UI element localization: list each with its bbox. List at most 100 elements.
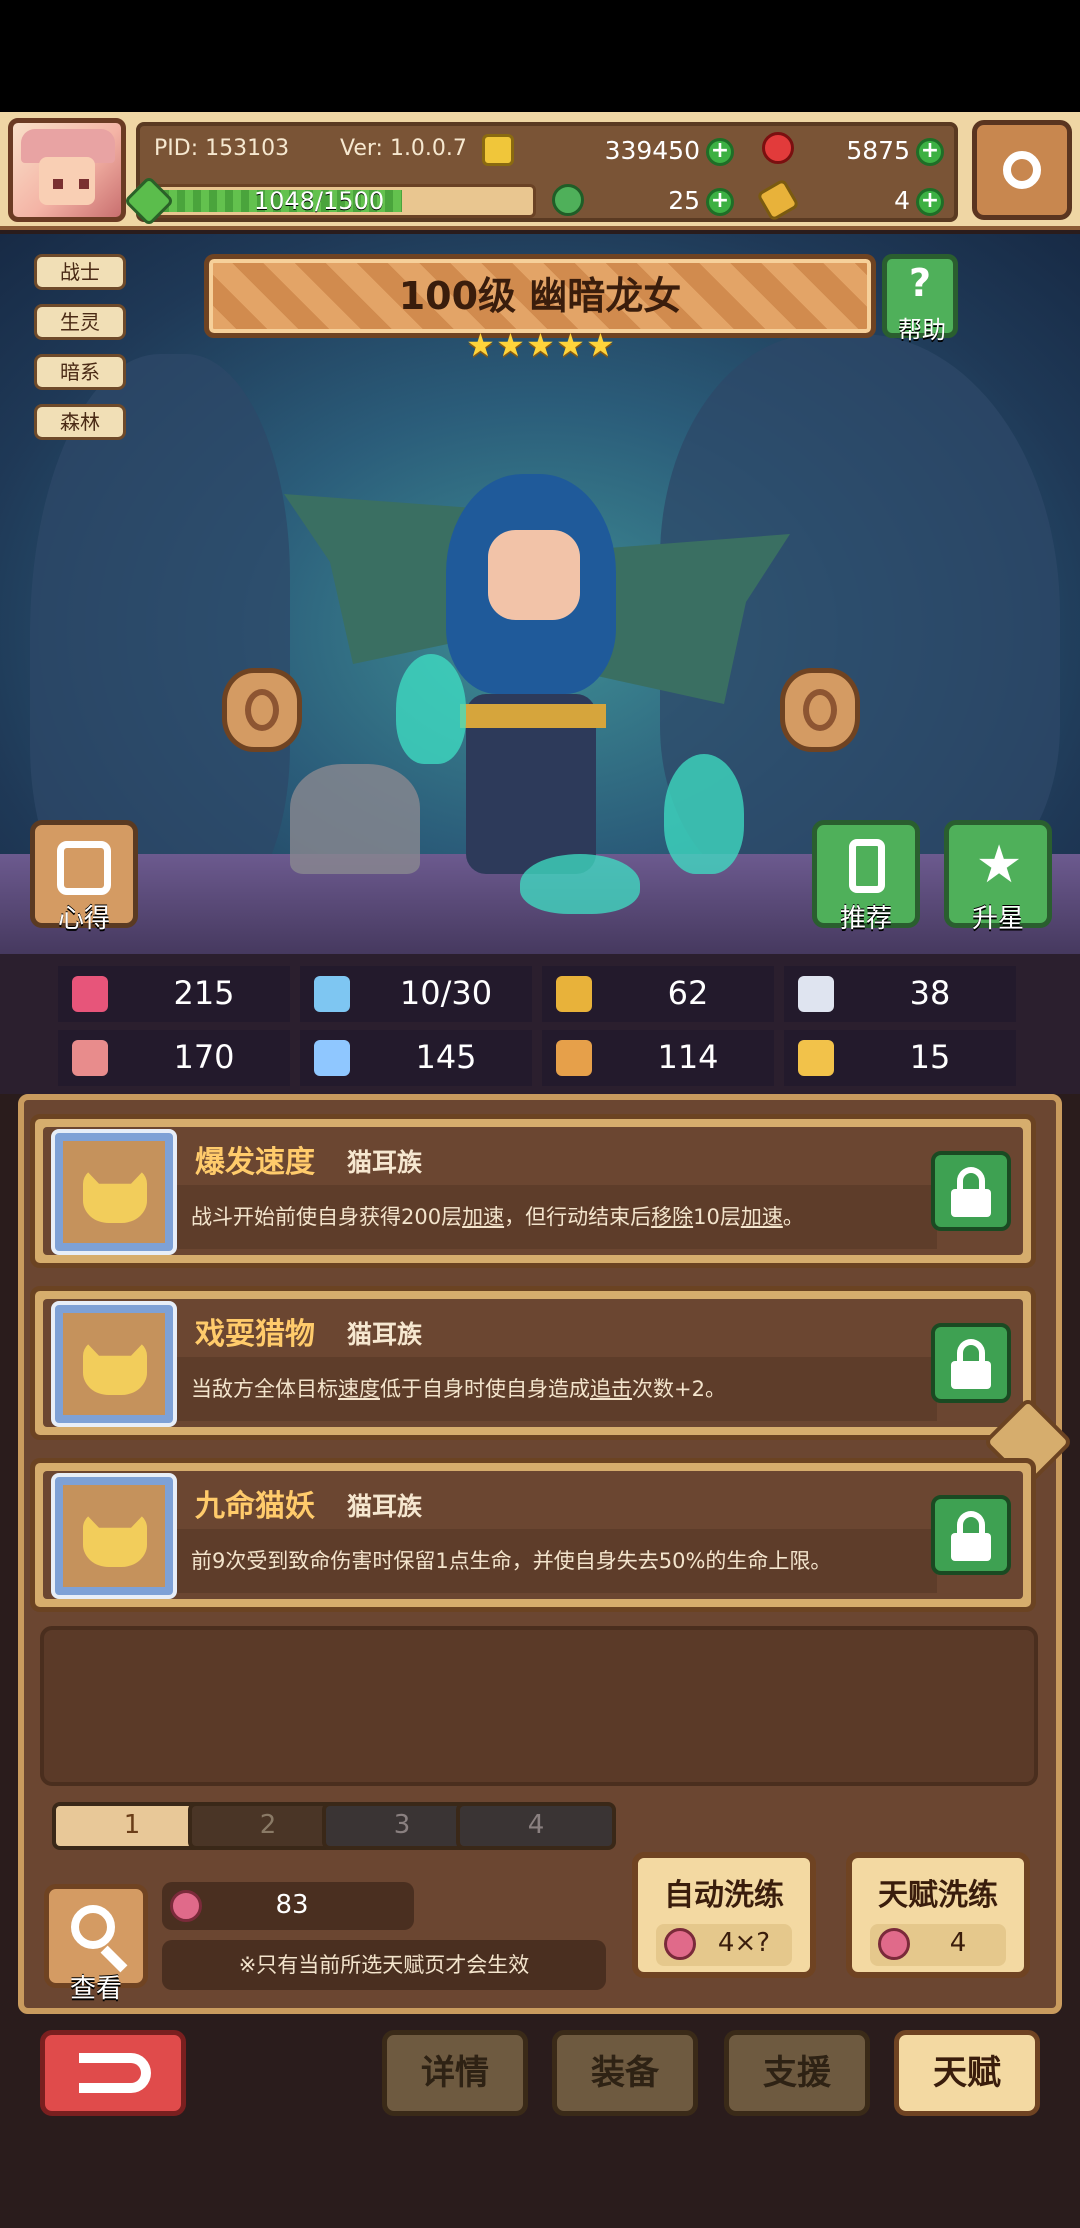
player-id: PID: 153103 (154, 136, 290, 161)
talent-description: 当敌方全体目标速度低于自身时使自身造成追击次数+2。 (177, 1357, 937, 1421)
spellbook-icon (314, 1040, 350, 1076)
stat-value: 215 (173, 974, 235, 1012)
star-icon: ★ (496, 326, 525, 364)
lock-icon (951, 1361, 991, 1389)
lock-talent-button[interactable] (931, 1151, 1011, 1231)
talent-page-tab-4[interactable]: 4 (456, 1802, 616, 1850)
stat-cell[interactable]: 38 (784, 966, 1016, 1022)
ghost-flame-right (664, 754, 744, 874)
talent-reroll-cost: 4 (870, 1924, 1006, 1966)
add-gem-button[interactable]: + (916, 138, 944, 166)
tag-class[interactable]: 战士 (34, 254, 126, 290)
talent-race: 猫耳族 (347, 1148, 423, 1177)
stat-value: 38 (909, 974, 951, 1012)
empty-talent-slot (40, 1626, 1038, 1786)
shield-icon (556, 976, 592, 1012)
return-arrow-icon (79, 2053, 151, 2093)
fruit-icon (170, 1890, 202, 1922)
talent-race: 猫耳族 (347, 1492, 423, 1521)
stat-cell[interactable]: 145 (300, 1030, 532, 1086)
gear-icon (1003, 151, 1041, 189)
stat-value: 170 (173, 1038, 235, 1076)
ghost-flame-bottom (520, 854, 640, 914)
stat-cell[interactable]: 215 (58, 966, 290, 1022)
nav-details-button[interactable]: 详情 (382, 2030, 528, 2116)
talent-name: 戏耍猎物 (195, 1317, 315, 1352)
stat-cell[interactable]: 10/30 (300, 966, 532, 1022)
key-amount: 4 (894, 186, 910, 215)
hero-belt (460, 704, 606, 728)
ruby-gem-icon (762, 132, 794, 164)
talent-race: 猫耳族 (347, 1320, 423, 1349)
nav-talent-button[interactable]: 天赋 (894, 2030, 1040, 2116)
exp-text: 1048/1500 (253, 187, 385, 215)
star-icon: ★ (556, 326, 585, 364)
stat-cell[interactable]: 114 (542, 1030, 774, 1086)
gold-amount: 339450 (604, 136, 700, 165)
mana-drop-icon (314, 976, 350, 1012)
gem-amount: 5875 (846, 136, 910, 165)
tag-faction[interactable]: 森林 (34, 404, 126, 440)
arrow-left-icon (245, 689, 279, 731)
status-bar-area (0, 0, 1080, 112)
exp-bar: 1048/1500 (123, 175, 536, 227)
tips-label: 心得 (57, 904, 110, 934)
add-key-button[interactable]: + (916, 188, 944, 216)
nav-support-button[interactable]: 支援 (724, 2030, 870, 2116)
talent-reroll-label: 天赋洗练 (878, 1878, 998, 1913)
talent-description: 战斗开始前使自身获得200层加速，但行动结束后移除10层加速。 (177, 1185, 937, 1249)
horseshoe-icon (798, 1040, 834, 1076)
talent-page-note: ※只有当前所选天赋页才会生效 (162, 1940, 606, 1990)
boot-icon (556, 1040, 592, 1076)
auto-reroll-button[interactable]: 自动洗练 4×? (632, 1852, 816, 1978)
tag-element[interactable]: 暗系 (34, 354, 126, 390)
talent-reroll-button[interactable]: 天赋洗练 4 (846, 1852, 1030, 1978)
star-icon: ★ (526, 326, 555, 364)
tag-race[interactable]: 生灵 (34, 304, 126, 340)
talent-name: 九命猫妖 (195, 1489, 315, 1524)
add-gold-button[interactable]: + (706, 138, 734, 166)
player-info-panel: PID: 153103 Ver: 1.0.0.7 1048/1500 33945… (123, 122, 958, 227)
hero-star-rating: ★ ★ ★ ★ ★ (466, 326, 616, 364)
game-version: Ver: 1.0.0.7 (340, 136, 467, 161)
lock-talent-button[interactable] (931, 1495, 1011, 1575)
hero-title: 100级 幽暗龙女 (398, 274, 682, 318)
talent-row[interactable]: 九命猫妖 猫耳族 前9次受到致命伤害时保留1点生命，并使自身失去50%的生命上限… (30, 1458, 1036, 1612)
player-header: PID: 153103 Ver: 1.0.0.7 1048/1500 33945… (0, 112, 1080, 230)
stat-value: 145 (415, 1038, 477, 1076)
clover-icon (552, 184, 584, 216)
lock-icon (951, 1189, 991, 1217)
talent-name: 爆发速度 (195, 1145, 315, 1180)
star-up-label: 升星 (971, 904, 1024, 934)
talent-row[interactable]: 戏耍猎物 猫耳族 当敌方全体目标速度低于自身时使自身造成追击次数+2。 (30, 1286, 1036, 1440)
gold-coin-icon (482, 134, 514, 166)
back-button[interactable] (40, 2030, 186, 2116)
cat-ear-talent-icon (51, 1473, 177, 1599)
stat-cell[interactable]: 170 (58, 1030, 290, 1086)
recommend-label: 推荐 (839, 904, 892, 934)
stat-cell[interactable]: 62 (542, 966, 774, 1022)
lock-talent-button[interactable] (931, 1323, 1011, 1403)
add-clover-button[interactable]: + (706, 188, 734, 216)
fruit-icon (878, 1928, 910, 1960)
prev-hero-button[interactable] (222, 668, 302, 752)
reroll-fruit-counter: 83 (162, 1882, 414, 1930)
talent-description: 前9次受到致命伤害时保留1点生命，并使自身失去50%的生命上限。 (177, 1529, 937, 1593)
star-icon: ★ (975, 835, 1023, 895)
cat-ear-talent-icon (51, 1301, 177, 1427)
star-icon: ★ (466, 326, 495, 364)
helmet-icon (57, 841, 111, 895)
ghost-flame-left (396, 654, 466, 764)
stat-value: 10/30 (399, 974, 493, 1012)
fruit-icon (664, 1928, 696, 1960)
clover-amount: 25 (668, 186, 700, 215)
cat-ear-talent-icon (51, 1129, 177, 1255)
hero-stage: 战士 生灵 暗系 森林 100级 幽暗龙女 ? 帮助 ★★★★★ 心得 (0, 234, 1080, 954)
thumbs-up-icon (849, 839, 885, 893)
player-avatar[interactable] (8, 118, 126, 222)
nav-equipment-button[interactable]: 装备 (552, 2030, 698, 2116)
stat-cell[interactable]: 15 (784, 1030, 1016, 1086)
talent-row[interactable]: 爆发速度 猫耳族 战斗开始前使自身获得200层加速，但行动结束后移除10层加速。 (30, 1114, 1036, 1268)
next-hero-button[interactable] (780, 668, 860, 752)
settings-button[interactable] (972, 120, 1072, 220)
